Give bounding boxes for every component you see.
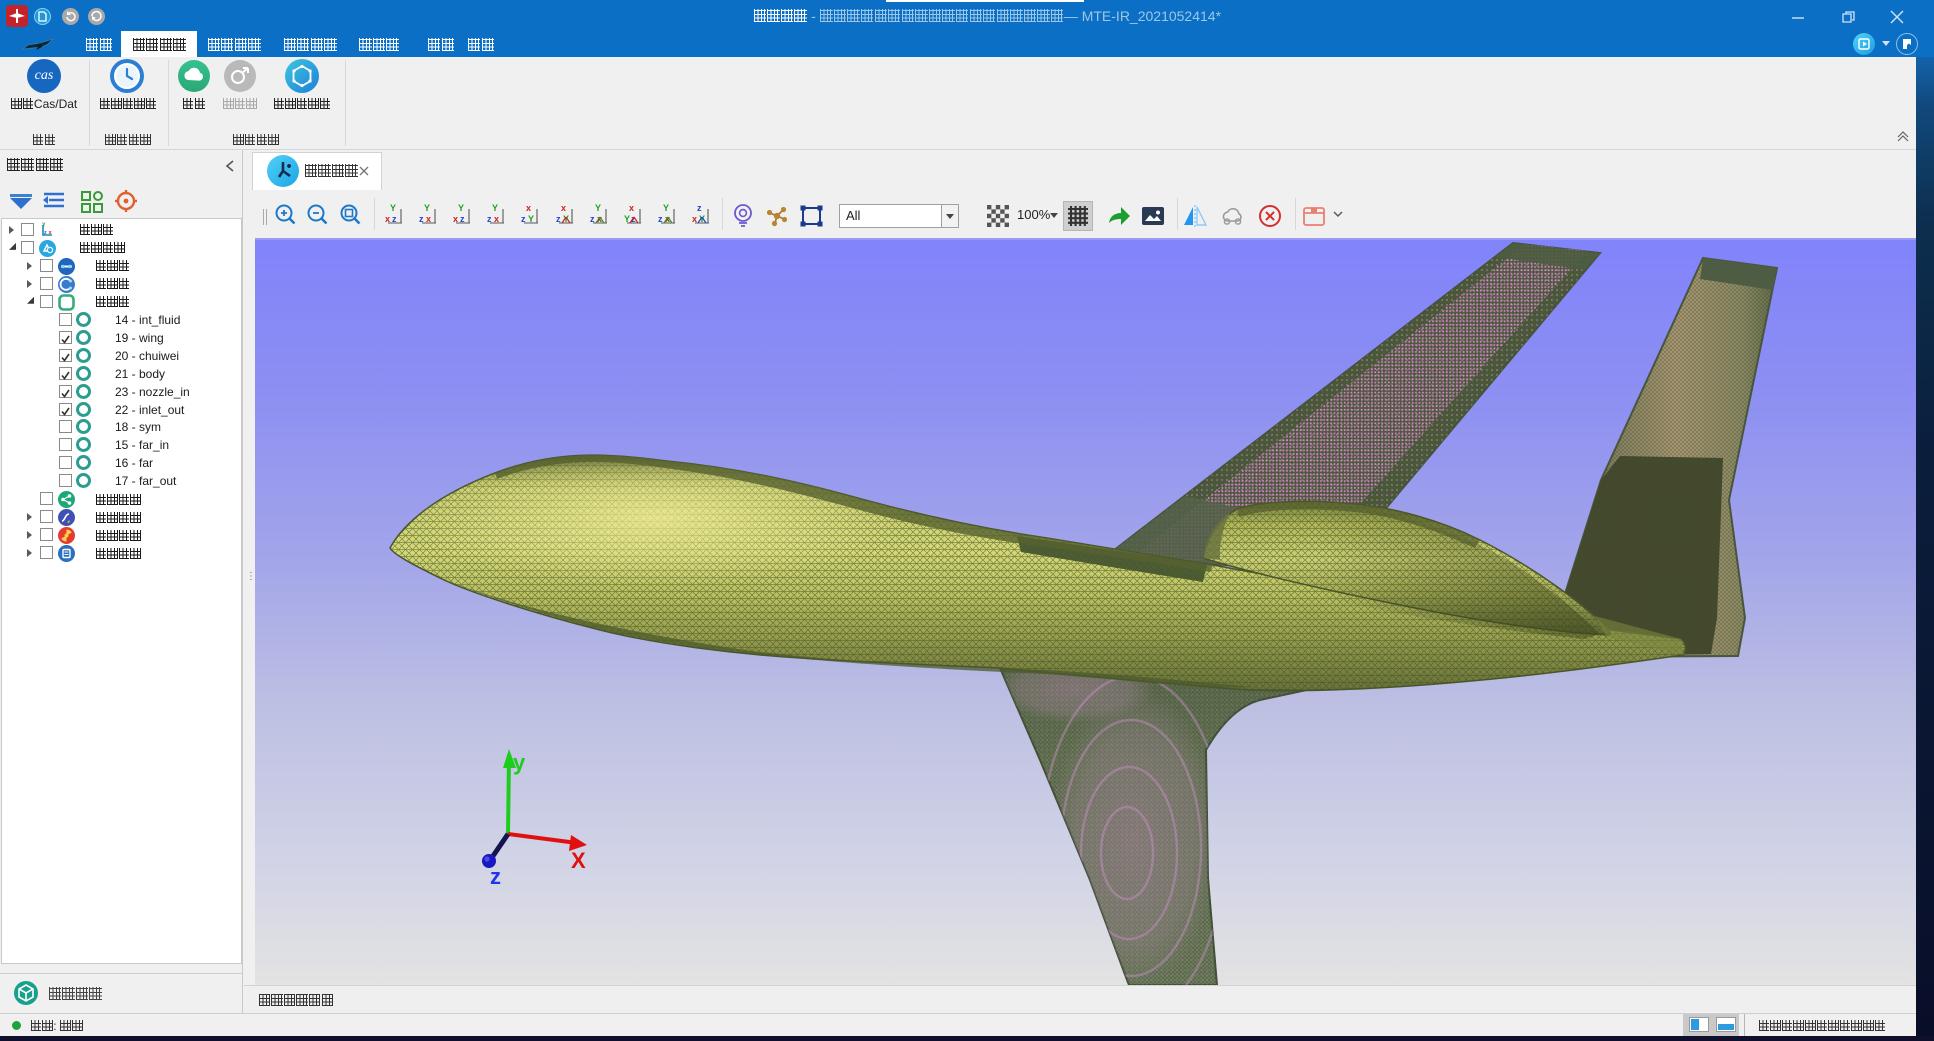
svg-text:Y: Y [424, 203, 430, 213]
svg-text:z: z [44, 230, 47, 236]
svg-text:Y: Y [42, 223, 46, 229]
svg-text:z: z [460, 214, 465, 224]
svg-text:z: z [521, 214, 526, 224]
svg-text:x: x [426, 214, 431, 224]
svg-text:Y: Y [528, 214, 534, 224]
svg-text:x: x [629, 203, 634, 213]
svg-text:x: x [385, 214, 390, 224]
svg-text:z: z [556, 214, 561, 224]
svg-text:Y: Y [624, 214, 630, 224]
svg-text:y: y [513, 750, 526, 775]
svg-text:z: z [590, 214, 595, 224]
svg-text:x: x [453, 214, 458, 224]
svg-text:x: x [494, 214, 499, 224]
svg-text:Y: Y [663, 203, 669, 213]
svg-text:Y: Y [699, 214, 705, 224]
svg-text:X: X [571, 848, 586, 873]
svg-text:Y: Y [390, 203, 396, 213]
svg-text:Y: Y [563, 214, 569, 224]
svg-text:z: z [490, 864, 501, 889]
svg-text:z: z [487, 214, 492, 224]
svg-text:x: x [561, 203, 566, 213]
svg-text:x: x [526, 203, 531, 213]
svg-text:x: x [692, 214, 697, 224]
svg-text:z: z [697, 203, 702, 213]
svg-text:Y: Y [458, 203, 464, 213]
svg-text:z: z [658, 214, 663, 224]
svg-text:z: z [392, 214, 397, 224]
svg-text:Y: Y [595, 203, 601, 213]
svg-text:Y: Y [492, 203, 498, 213]
svg-text:z: z [419, 214, 424, 224]
